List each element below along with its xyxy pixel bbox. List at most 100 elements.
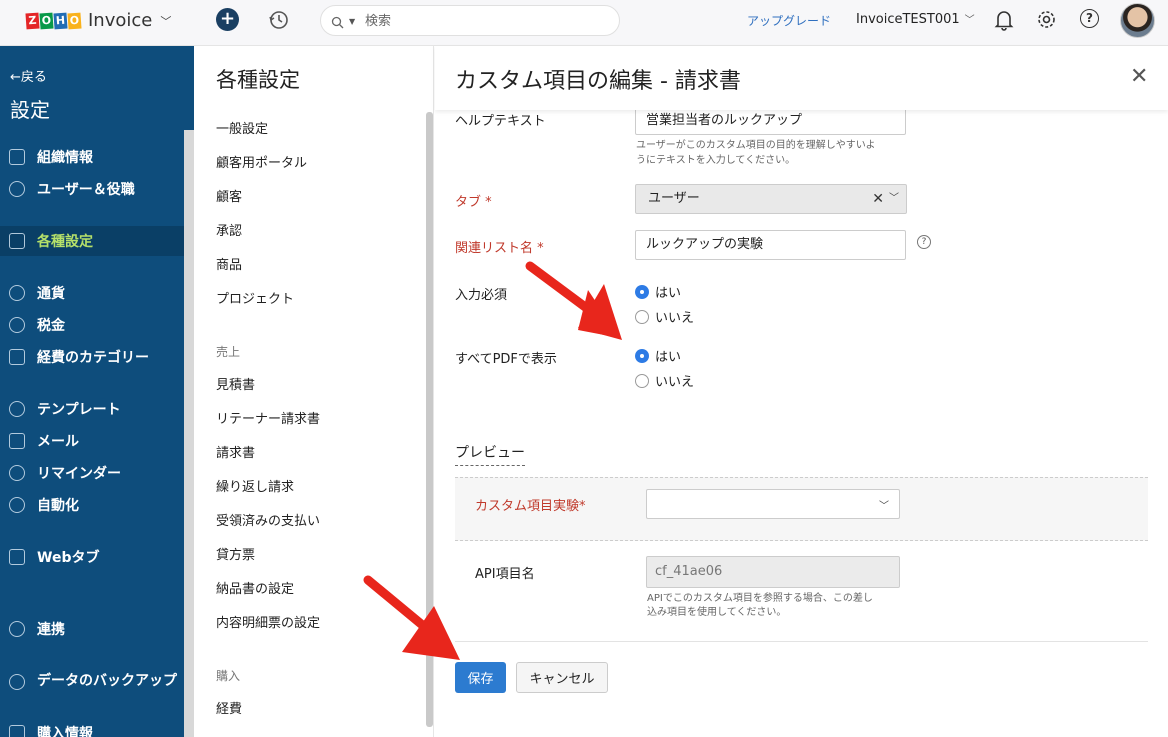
preferences-title: 各種設定 <box>216 68 300 92</box>
footer-divider <box>455 641 1148 642</box>
preview-field-select[interactable]: ﹀ <box>646 489 900 519</box>
pref-item-delivery-notes[interactable]: 納品書の設定 <box>216 578 294 597</box>
sidebar-item-data-backup[interactable]: データのバックアップ <box>0 666 184 712</box>
pref-item-customer-portal[interactable]: 顧客用ポータル <box>216 152 307 171</box>
pref-item-retainer-invoices[interactable]: リテーナー請求書 <box>216 408 320 427</box>
avatar[interactable] <box>1120 3 1155 38</box>
pref-item-items[interactable]: 商品 <box>216 254 242 273</box>
required-label: 入力必須 <box>455 288 508 303</box>
mail-icon <box>9 433 25 449</box>
preferences-scrollbar[interactable] <box>426 112 433 727</box>
help-icon[interactable]: ? <box>1080 9 1099 28</box>
app-switcher[interactable]: Z O H O Invoice ﹀ <box>25 10 172 31</box>
sliders-icon <box>9 233 25 249</box>
zoho-logo: Z O H O <box>25 12 82 29</box>
sidebar-item-currency[interactable]: 通貨 <box>0 278 184 308</box>
help-text-input[interactable]: 営業担当者のルックアップ <box>635 106 906 135</box>
org-name: InvoiceTEST001 <box>856 12 960 27</box>
sidebar-scrollbar[interactable] <box>184 130 194 737</box>
section-purchases: 購入 <box>216 669 241 683</box>
pref-item-payments-received[interactable]: 受領済みの支払い <box>216 510 320 529</box>
preview-heading: プレビュー <box>455 442 525 466</box>
sidebar-item-email[interactable]: メール <box>0 426 184 456</box>
clear-icon[interactable]: ✕ <box>872 185 884 213</box>
sidebar-item-automation[interactable]: 自動化 <box>0 490 184 520</box>
palette-icon <box>9 401 25 417</box>
quick-create-button[interactable]: + <box>216 8 239 31</box>
required-no-radio[interactable]: いいえ <box>635 307 694 326</box>
sidebar-item-preferences[interactable]: 各種設定 <box>0 226 184 256</box>
api-field-input: cf_41ae06 <box>646 556 900 588</box>
chevron-down-icon: ﹀ <box>964 15 975 26</box>
pref-item-projects[interactable]: プロジェクト <box>216 288 294 307</box>
settings-sidebar: ←戻る 設定 組織情報 ユーザー＆役職 各種設定 通貨 税金 経費のカテゴリー … <box>0 46 194 737</box>
section-sales: 売上 <box>216 345 241 359</box>
top-bar: Z O H O Invoice ﹀ + ▼ アップグレード InvoiceTES… <box>0 0 1168 46</box>
sidebar-item-expense-categories[interactable]: 経費のカテゴリー <box>0 342 184 372</box>
caret-down-icon[interactable]: ▼ <box>349 17 355 26</box>
sidebar-item-purchases[interactable]: 購入情報 <box>0 718 184 737</box>
api-field-hint: APIでこのカスタム項目を参照する場合、この差し 込み項目を使用してください。 <box>647 593 873 618</box>
org-switcher[interactable]: InvoiceTEST001 ﹀ <box>856 11 975 27</box>
database-icon <box>9 674 25 690</box>
history-icon[interactable] <box>268 9 290 35</box>
tab-label: タブ * <box>455 195 492 210</box>
tree-icon <box>9 349 25 365</box>
sidebar-item-taxes[interactable]: 税金 <box>0 310 184 340</box>
cart-icon <box>9 725 25 737</box>
close-icon[interactable]: ✕ <box>1130 64 1148 89</box>
sidebar-item-templates[interactable]: テンプレート <box>0 394 184 424</box>
app-name: Invoice <box>88 10 153 31</box>
currency-icon <box>9 285 25 301</box>
chevron-down-icon: ﹀ <box>160 14 172 28</box>
sidebar-item-organization[interactable]: 組織情報 <box>0 142 184 172</box>
sidebar-item-web-tabs[interactable]: Webタブ <box>0 542 184 572</box>
pref-item-packing-slips[interactable]: 内容明細票の設定 <box>216 612 320 631</box>
related-list-label: 関連リスト名 * <box>455 241 544 256</box>
pref-item-recurring-invoices[interactable]: 繰り返し請求 <box>216 476 294 495</box>
panel-title: カスタム項目の編集 - 請求書 <box>455 69 741 94</box>
back-link[interactable]: ←戻る <box>10 66 47 85</box>
related-list-input[interactable]: ルックアップの実験 <box>635 230 906 260</box>
pref-item-general[interactable]: 一般設定 <box>216 118 268 137</box>
tab-select-value: ユーザー <box>648 191 700 206</box>
sidebar-item-reminders[interactable]: リマインダー <box>0 458 184 488</box>
sidebar-item-integrations[interactable]: 連携 <box>0 614 184 644</box>
pref-item-estimates[interactable]: 見積書 <box>216 374 255 393</box>
search-bar[interactable]: ▼ <box>320 5 620 36</box>
chevron-down-icon: ﹀ <box>879 501 889 512</box>
pref-item-approvals[interactable]: 承認 <box>216 220 242 239</box>
tab-select[interactable]: ユーザー ✕ ﹀ <box>635 184 907 214</box>
preferences-list: 各種設定 一般設定 顧客用ポータル 顧客 承認 商品 プロジェクト 売上 見積書… <box>194 46 434 737</box>
radio-selected <box>635 284 649 299</box>
question-icon[interactable]: ? <box>917 235 931 249</box>
required-yes-radio[interactable]: はい <box>635 282 681 301</box>
panel-header: カスタム項目の編集 - 請求書 ✕ <box>435 46 1168 110</box>
pdf-yes-radio[interactable]: はい <box>635 346 681 365</box>
cancel-button[interactable]: キャンセル <box>516 662 608 693</box>
save-button[interactable]: 保存 <box>455 662 506 693</box>
plug-icon <box>9 621 25 637</box>
search-input[interactable] <box>365 11 605 31</box>
bell-icon <box>9 465 25 481</box>
radio-unselected <box>635 309 649 324</box>
pref-item-invoices[interactable]: 請求書 <box>216 442 255 461</box>
pref-item-credit-notes[interactable]: 貸方票 <box>216 544 255 563</box>
sidebar-title: 設定 <box>10 98 50 122</box>
radio-unselected <box>635 373 649 388</box>
sidebar-item-users[interactable]: ユーザー＆役職 <box>0 174 184 204</box>
users-icon <box>9 181 25 197</box>
edit-custom-field-panel: カスタム項目の編集 - 請求書 ✕ ヘルプテキスト 営業担当者のルックアップ ユ… <box>435 46 1168 737</box>
search-icon <box>331 14 344 33</box>
pdf-no-radio[interactable]: いいえ <box>635 371 694 390</box>
upgrade-link[interactable]: アップグレード <box>747 12 831 29</box>
building-icon <box>9 149 25 165</box>
pref-item-expenses[interactable]: 経費 <box>216 698 242 717</box>
help-text-hint: ユーザーがこのカスタム項目の目的を理解しやすいよ うにテキストを入力してください… <box>636 140 876 166</box>
preview-field-label: カスタム項目実験* <box>475 499 586 514</box>
pref-item-customers[interactable]: 顧客 <box>216 186 242 205</box>
gear-icon[interactable] <box>1036 9 1057 34</box>
preview-box: カスタム項目実験* ﹀ <box>455 477 1148 541</box>
bell-icon[interactable] <box>994 9 1014 35</box>
chevron-down-icon: ﹀ <box>889 193 899 204</box>
